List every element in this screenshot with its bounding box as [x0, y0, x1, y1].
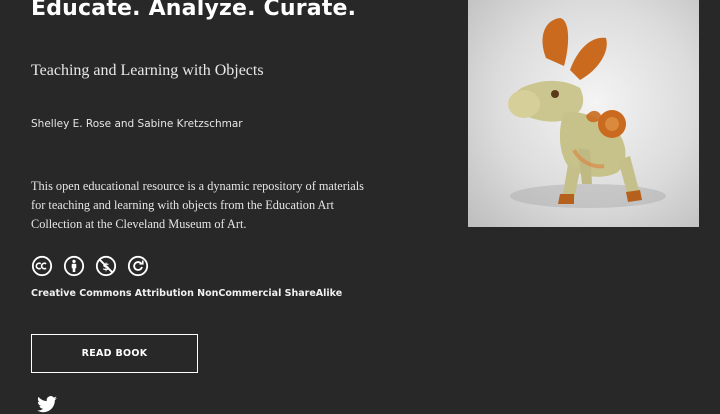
by-icon: [63, 255, 85, 277]
book-description: This open educational resource is a dyna…: [31, 179, 364, 231]
nc-icon: $: [95, 255, 117, 277]
cover-image: [468, 0, 699, 227]
sa-icon: [127, 255, 149, 277]
read-book-button[interactable]: READ BOOK: [31, 334, 198, 373]
book-subtitle: Teaching and Learning with Objects: [31, 62, 264, 79]
donkey-figure-image: [508, 18, 666, 208]
cc-icon: [31, 255, 53, 277]
license-icons: $: [31, 255, 149, 277]
license-label: Creative Commons Attribution NonCommerci…: [31, 288, 343, 299]
book-authors: Shelley E. Rose and Sabine Kretzschmar: [31, 118, 243, 130]
twitter-icon[interactable]: [36, 396, 58, 414]
book-title: Educate. Analyze. Curate.: [31, 0, 357, 21]
